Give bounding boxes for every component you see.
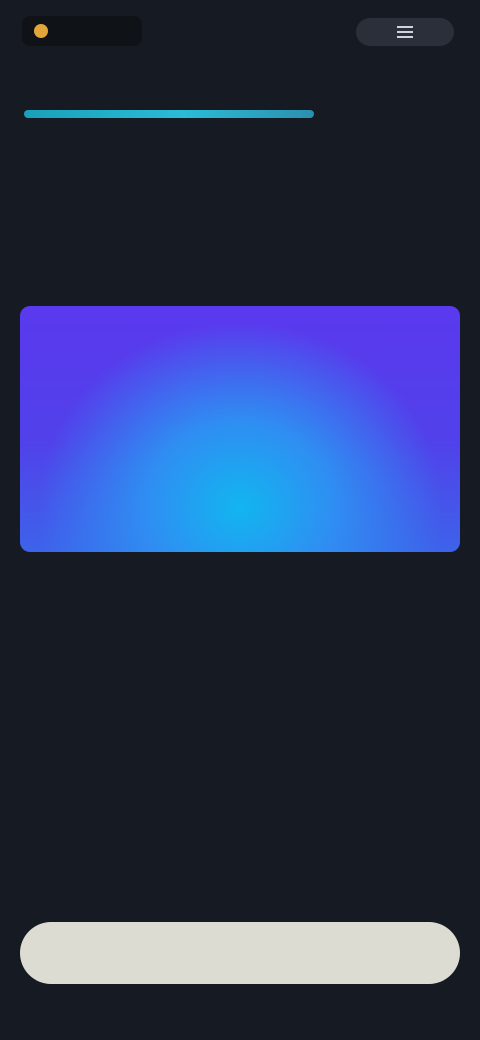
- screen: [0, 0, 480, 1040]
- feature-card: [20, 306, 460, 552]
- logo-mark-icon: [34, 24, 48, 38]
- menu-button[interactable]: [356, 18, 454, 46]
- menu-icon: [397, 26, 413, 38]
- app-logo[interactable]: [22, 16, 142, 46]
- page-title: [24, 74, 324, 106]
- top-bar: [0, 0, 480, 64]
- title-underline: [24, 110, 314, 118]
- primary-action-button[interactable]: [20, 922, 460, 984]
